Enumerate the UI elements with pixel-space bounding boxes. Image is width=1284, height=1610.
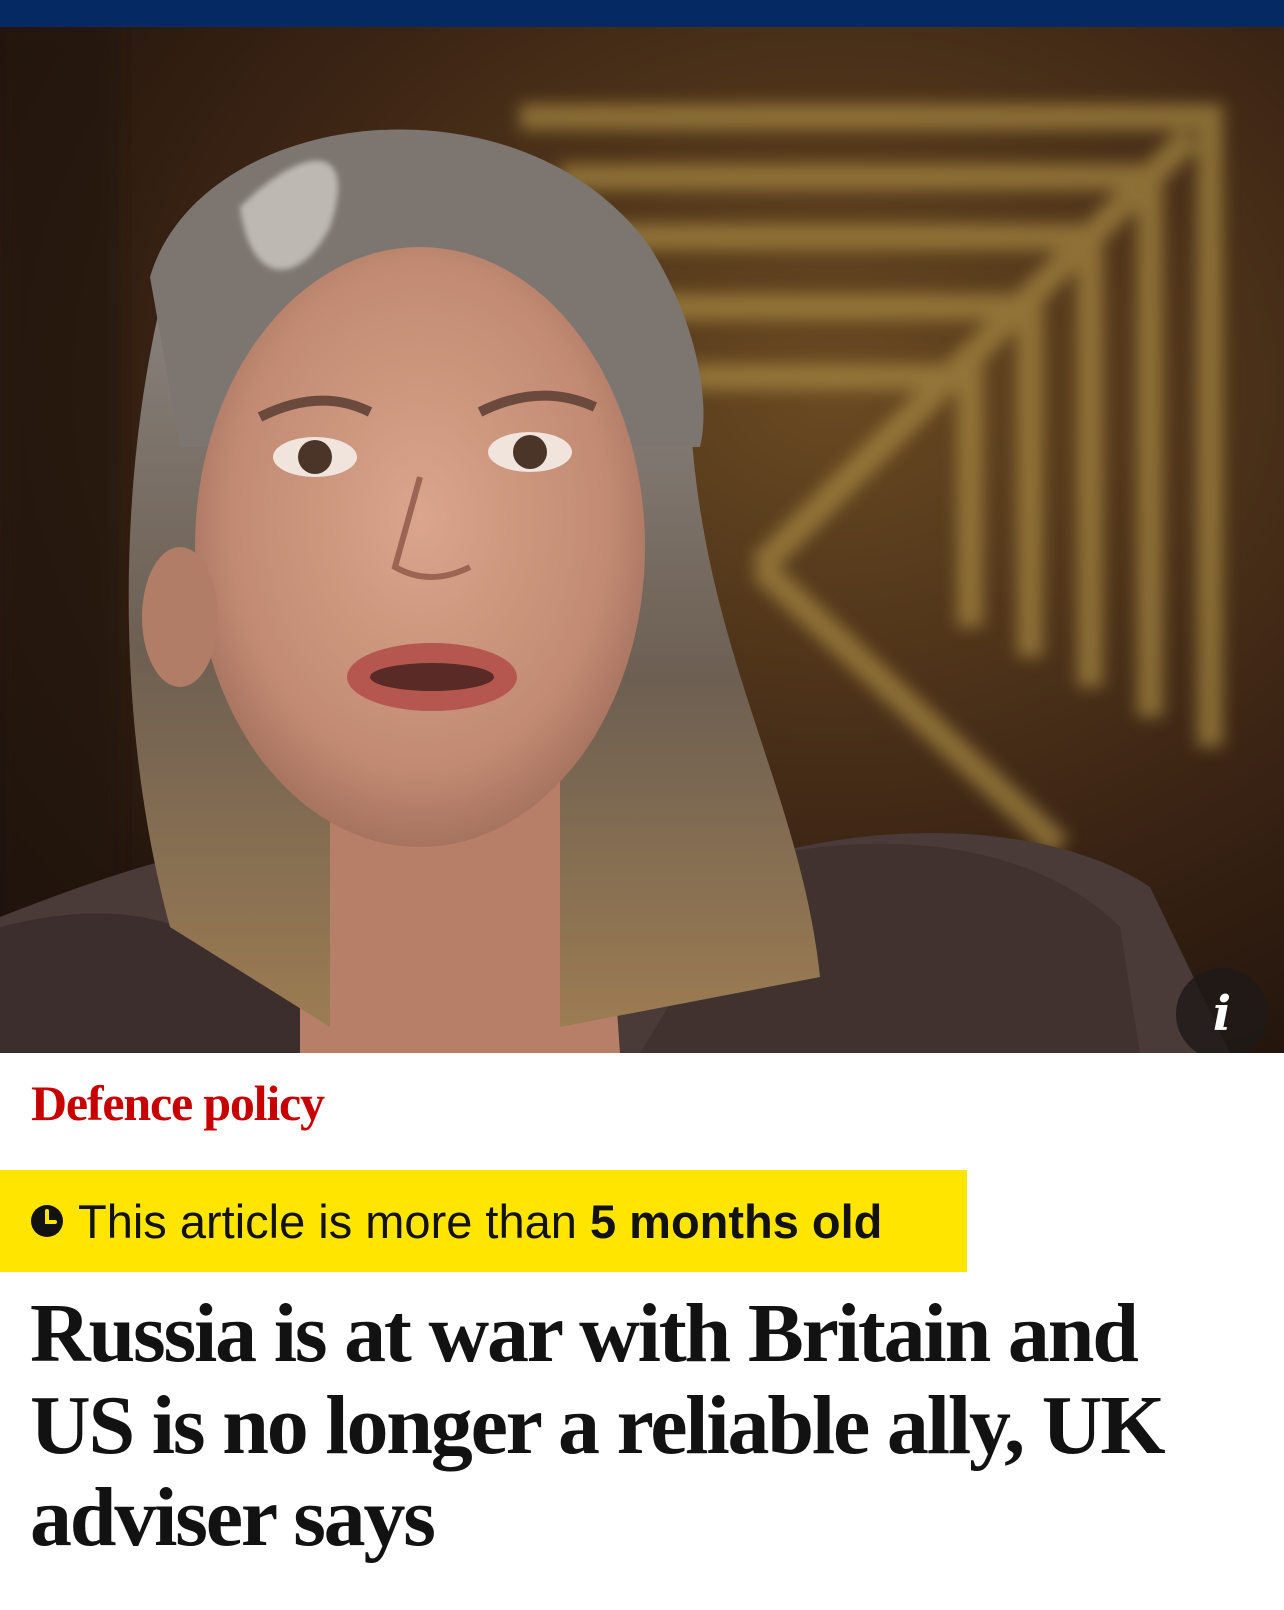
headline-line-2: US is no longer a reliable ally, UK (30, 1379, 1166, 1472)
image-caption-info-button[interactable]: i (1176, 968, 1268, 1053)
article-headline: Russia is at war with Britain and US is … (30, 1288, 1270, 1564)
headline-line-1: Russia is at war with Britain and (30, 1287, 1139, 1380)
age-notice-prefix: This article is more than (78, 1194, 590, 1248)
info-icon: i (1212, 986, 1232, 1042)
hero-photo-illustration (0, 27, 1284, 1053)
section-kicker-link[interactable]: Defence policy (31, 1074, 325, 1132)
clock-icon (31, 1205, 63, 1237)
top-nav-bar (0, 0, 1284, 27)
hero-image: i (0, 27, 1284, 1053)
headline-line-3: adviser says (30, 1471, 436, 1564)
age-notice-duration: 5 months old (589, 1194, 883, 1248)
article-age-warning: This article is more than 5 months old (0, 1170, 967, 1272)
